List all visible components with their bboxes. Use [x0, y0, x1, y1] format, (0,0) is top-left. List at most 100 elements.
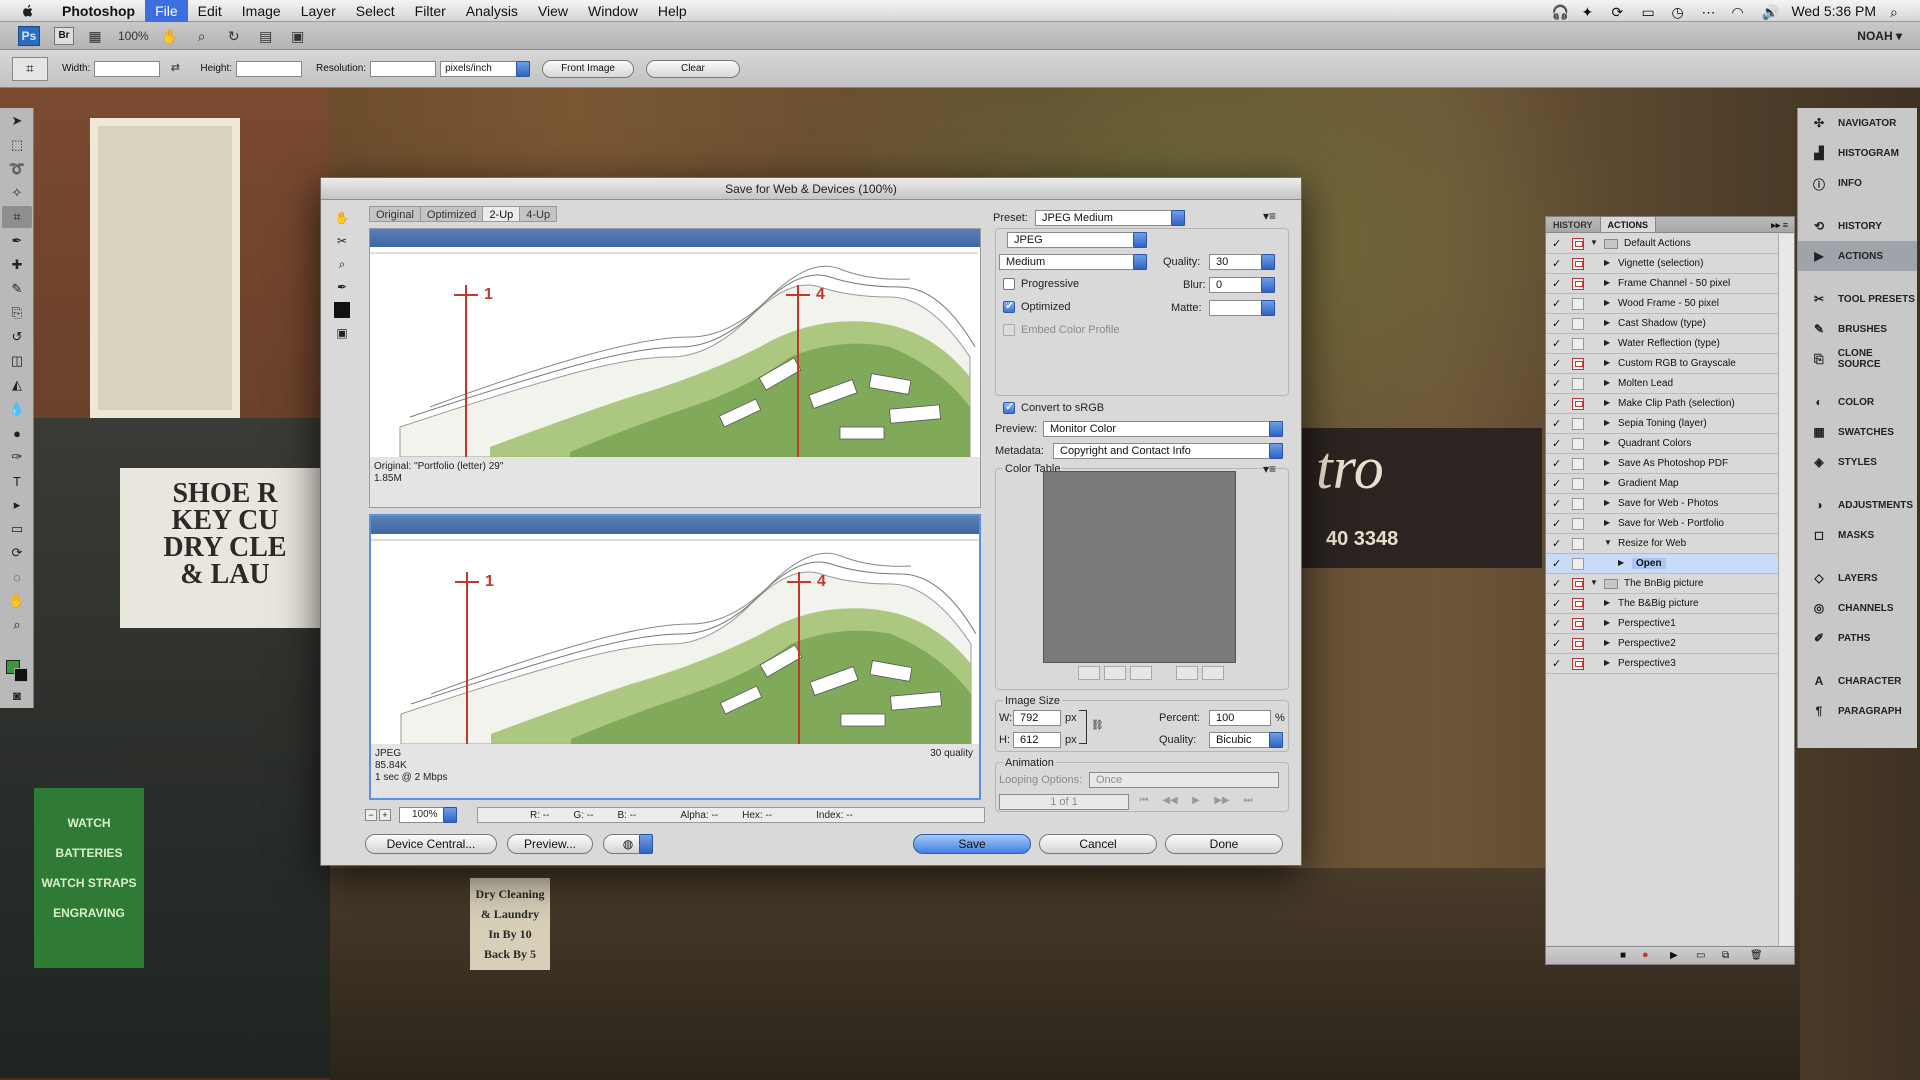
hand-tool-icon[interactable]: ✋ [159, 27, 181, 45]
menu-edit[interactable]: Edit [188, 0, 232, 22]
collapsed-arrow-icon[interactable]: ▶ [1604, 278, 1610, 287]
display-icon[interactable]: ▭ [1641, 4, 1657, 20]
collapsed-arrow-icon[interactable]: ▶ [1604, 378, 1610, 387]
dock-adjustments[interactable]: ◑ ADJUSTMENTS [1798, 490, 1917, 520]
resolution-input[interactable] [370, 60, 437, 77]
rotate-view-icon[interactable]: ↻ [223, 27, 245, 45]
wifi-icon[interactable]: ◠ [1731, 4, 1747, 20]
action-row[interactable]: ✓ ▼ The BnBig picture [1546, 574, 1778, 594]
delete-icon[interactable]: 🗑 [1750, 950, 1763, 961]
save-button[interactable]: Save [913, 834, 1031, 854]
lasso-tool-icon[interactable]: ➰ [2, 158, 32, 180]
toggle-item-checkbox[interactable]: ✓ [1552, 498, 1564, 510]
background-color-swatch[interactable] [14, 668, 28, 682]
toggle-item-checkbox[interactable]: ✓ [1552, 398, 1564, 410]
dock-layers[interactable]: ◇ LAYERS [1798, 563, 1917, 593]
collapsed-arrow-icon[interactable]: ▶ [1604, 658, 1610, 667]
action-row[interactable]: ✓ ▶ The B&Big picture [1546, 594, 1778, 614]
volume-icon[interactable]: 🔊 [1761, 4, 1778, 20]
embed-profile-checkbox[interactable] [1003, 324, 1015, 336]
menu-layer[interactable]: Layer [291, 0, 346, 22]
collapsed-arrow-icon[interactable]: ▶ [1604, 338, 1610, 347]
zoom-tool-icon[interactable]: ⌕ [331, 254, 353, 274]
front-image-button[interactable]: Front Image [542, 59, 634, 78]
optimized-preview-pane[interactable]: 1 4 JPEG 85.84K 1 sec @ 2 Mbps 30 qualit… [369, 514, 981, 800]
swap-dimensions-icon[interactable]: ⇄ [164, 60, 186, 78]
toggle-item-checkbox[interactable]: ✓ [1552, 438, 1564, 450]
path-selection-tool-icon[interactable]: ▸ [2, 494, 32, 516]
toggle-dialog-icon[interactable] [1572, 478, 1584, 490]
action-row[interactable]: ✓ ▼ Resize for Web [1546, 534, 1778, 554]
eyedropper-color-swatch[interactable] [331, 300, 353, 320]
toggle-dialog-icon[interactable] [1572, 438, 1584, 450]
zoom-out-button[interactable]: − [365, 809, 377, 821]
collapsed-arrow-icon[interactable]: ▶ [1604, 398, 1610, 407]
action-row[interactable]: ✓ ▶ Save for Web - Photos [1546, 494, 1778, 514]
map-transparent-icon[interactable] [1078, 666, 1100, 680]
toggle-item-checkbox[interactable]: ✓ [1552, 598, 1564, 610]
actions-scrollbar[interactable] [1778, 234, 1794, 946]
dock-color[interactable]: ◐ COLOR [1798, 387, 1917, 417]
dock-histogram[interactable]: ▟ HISTOGRAM [1798, 138, 1917, 168]
done-button[interactable]: Done [1165, 834, 1283, 854]
toggle-item-checkbox[interactable]: ✓ [1552, 558, 1564, 570]
percent-input[interactable]: 100 [1209, 710, 1271, 726]
action-row[interactable]: ✓ ▶ Make Clip Path (selection) [1546, 394, 1778, 414]
expanded-arrow-icon[interactable]: ▼ [1604, 538, 1612, 547]
play-icon[interactable]: ▶ [1185, 795, 1207, 809]
collapsed-arrow-icon[interactable]: ▶ [1604, 458, 1610, 467]
toggle-item-checkbox[interactable]: ✓ [1552, 578, 1564, 590]
dock-swatches[interactable]: ▦ SWATCHES [1798, 417, 1917, 447]
toggle-dialog-icon[interactable] [1572, 638, 1584, 650]
menu-filter[interactable]: Filter [405, 0, 456, 22]
collapsed-arrow-icon[interactable]: ▶ [1604, 518, 1610, 527]
brush-tool-icon[interactable]: ✎ [2, 278, 32, 300]
dock-info[interactable]: ⓘ INFO [1798, 168, 1917, 198]
sync-icon[interactable]: ⟳ [1611, 4, 1627, 20]
apple-icon[interactable] [18, 4, 38, 18]
collapsed-arrow-icon[interactable]: ▶ [1604, 638, 1610, 647]
crop-tool-preset-icon[interactable]: ⌗ [12, 56, 48, 81]
collapsed-arrow-icon[interactable]: ▶ [1604, 498, 1610, 507]
action-row[interactable]: ✓ ▶ Water Reflection (type) [1546, 334, 1778, 354]
view-extras-icon[interactable]: ▦ [84, 27, 106, 45]
toggle-dialog-icon[interactable] [1572, 278, 1584, 290]
width-input[interactable] [94, 60, 161, 77]
toggle-item-checkbox[interactable]: ✓ [1552, 418, 1564, 430]
action-row[interactable]: ✓ ▶ Molten Lead [1546, 374, 1778, 394]
toggle-dialog-icon[interactable] [1572, 578, 1584, 590]
dock-masks[interactable]: ◻ MASKS [1798, 520, 1917, 550]
bridge-button[interactable]: Br [54, 26, 74, 45]
tab-optimized[interactable]: Optimized [419, 206, 484, 222]
dock-history[interactable]: ⟲ HISTORY [1798, 211, 1917, 241]
action-row[interactable]: ✓ ▶ Perspective2 [1546, 634, 1778, 654]
dock-paragraph[interactable]: ¶ PARAGRAPH [1798, 696, 1917, 726]
original-preview-pane[interactable]: 1 4 Original: "Portfolio (letter) 29" 1.… [369, 228, 981, 508]
toggle-dialog-icon[interactable] [1572, 538, 1584, 550]
time-machine-icon[interactable]: ◷ [1671, 4, 1687, 20]
looping-select[interactable]: Once [1089, 772, 1279, 788]
record-icon[interactable]: ● [1642, 949, 1649, 961]
toggle-dialog-icon[interactable] [1572, 598, 1584, 610]
zoom-tool-icon[interactable]: ⌕ [191, 27, 213, 45]
browser-select[interactable]: ◍ [603, 834, 653, 854]
action-row[interactable]: ✓ ▶ Gradient Map [1546, 474, 1778, 494]
stop-icon[interactable]: ■ [1620, 950, 1626, 961]
hand-tool-icon[interactable]: ✋ [331, 208, 353, 228]
toggle-item-checkbox[interactable]: ✓ [1552, 378, 1564, 390]
zoom-level[interactable]: 100% [118, 29, 149, 43]
clone-stamp-tool-icon[interactable]: ⎘ [2, 302, 32, 324]
preview-select[interactable]: Monitor Color [1043, 421, 1283, 437]
bluetooth-icon[interactable]: ⋯ [1701, 4, 1717, 20]
dock-paths[interactable]: ✐ PATHS [1798, 623, 1917, 653]
metadata-select[interactable]: Copyright and Contact Info [1053, 443, 1283, 459]
paint-bucket-tool-icon[interactable]: ◭ [2, 374, 32, 396]
web-shift-icon[interactable] [1104, 666, 1126, 680]
zoom-select[interactable]: 100% [399, 807, 457, 823]
hand-tool-icon[interactable]: ✋ [2, 590, 32, 612]
collapsed-arrow-icon[interactable]: ▶ [1604, 418, 1610, 427]
toggle-item-checkbox[interactable]: ✓ [1552, 538, 1564, 550]
toggle-dialog-icon[interactable] [1572, 658, 1584, 670]
image-width-input[interactable]: 792 [1013, 710, 1061, 726]
collapsed-arrow-icon[interactable]: ▶ [1604, 598, 1610, 607]
